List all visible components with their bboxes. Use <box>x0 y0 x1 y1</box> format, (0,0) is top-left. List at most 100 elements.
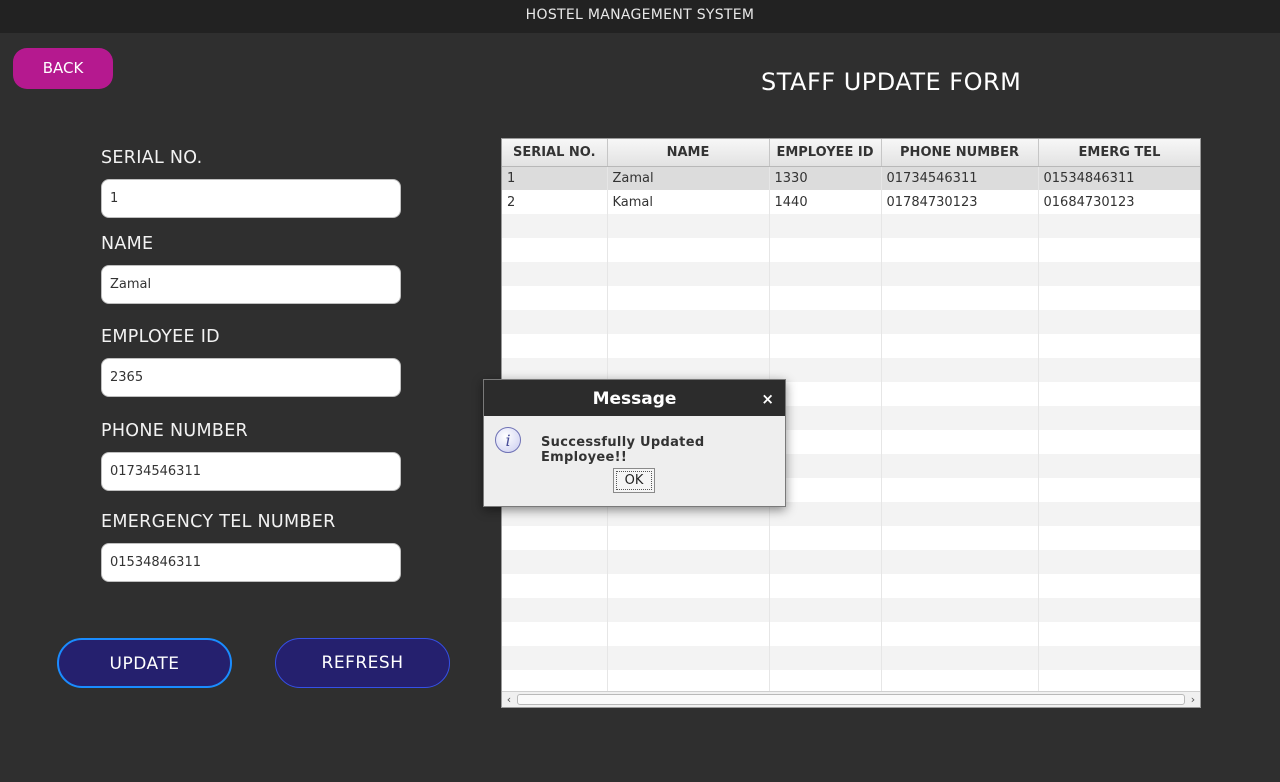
table-cell <box>1038 310 1200 334</box>
table-cell <box>607 598 770 622</box>
table-cell: 1330 <box>769 166 882 190</box>
table-cell <box>1038 478 1200 502</box>
back-button[interactable]: BACK <box>13 48 113 89</box>
column-header-phone[interactable]: PHONE NUMBER <box>881 139 1039 167</box>
refresh-button[interactable]: REFRESH <box>275 638 450 688</box>
table-cell <box>502 526 608 550</box>
table-cell <box>881 526 1039 550</box>
table-cell <box>607 622 770 646</box>
empty-table-row[interactable] <box>502 262 1200 286</box>
table-cell <box>502 310 608 334</box>
table-cell <box>1038 262 1200 286</box>
empty-table-row[interactable] <box>502 214 1200 238</box>
horizontal-scrollbar[interactable]: ‹ › <box>502 691 1200 707</box>
employee-id-input[interactable] <box>101 358 401 397</box>
table-cell <box>607 262 770 286</box>
table-row[interactable]: 1 Zamal 1330 01734546311 01534846311 <box>502 166 1200 190</box>
table-cell <box>607 550 770 574</box>
table-cell <box>607 238 770 262</box>
empty-table-row[interactable] <box>502 574 1200 598</box>
table-cell <box>1038 454 1200 478</box>
table-cell <box>769 574 882 598</box>
scroll-right-icon[interactable]: › <box>1186 692 1200 707</box>
table-cell <box>1038 238 1200 262</box>
message-dialog: Message × i Successfully Updated Employe… <box>483 379 786 507</box>
table-cell <box>502 574 608 598</box>
table-cell <box>607 214 770 238</box>
column-header-serial[interactable]: SERIAL NO. <box>502 139 608 167</box>
table-cell <box>881 550 1039 574</box>
column-header-employee-id[interactable]: EMPLOYEE ID <box>769 139 882 167</box>
table-cell <box>1038 574 1200 598</box>
table-cell <box>1038 358 1200 382</box>
table-cell: 01734546311 <box>881 166 1039 190</box>
table-cell <box>881 478 1039 502</box>
table-cell <box>502 334 608 358</box>
empty-table-row[interactable] <box>502 646 1200 670</box>
table-cell <box>881 454 1039 478</box>
close-icon[interactable]: × <box>761 380 774 418</box>
info-icon: i <box>495 427 521 453</box>
serial-no-input[interactable] <box>101 179 401 218</box>
empty-table-row[interactable] <box>502 550 1200 574</box>
table-cell: 01684730123 <box>1038 190 1200 214</box>
empty-table-row[interactable] <box>502 622 1200 646</box>
update-button[interactable]: UPDATE <box>57 638 232 688</box>
table-cell <box>1038 550 1200 574</box>
table-cell <box>1038 214 1200 238</box>
table-cell <box>881 646 1039 670</box>
table-header-row: SERIAL NO. NAME EMPLOYEE ID PHONE NUMBER… <box>502 139 1200 167</box>
employee-id-label: EMPLOYEE ID <box>101 327 220 347</box>
table-cell <box>881 382 1039 406</box>
empty-table-row[interactable] <box>502 238 1200 262</box>
table-cell <box>1038 502 1200 526</box>
table-cell: 01784730123 <box>881 190 1039 214</box>
empty-table-row[interactable] <box>502 310 1200 334</box>
empty-table-row[interactable] <box>502 526 1200 550</box>
table-cell <box>607 646 770 670</box>
table-cell <box>1038 286 1200 310</box>
table-cell <box>502 646 608 670</box>
table-cell <box>502 598 608 622</box>
empty-table-row[interactable] <box>502 598 1200 622</box>
table-cell <box>1038 334 1200 358</box>
table-cell <box>769 262 882 286</box>
table-cell: Kamal <box>607 190 770 214</box>
dialog-titlebar: Message × <box>484 380 785 416</box>
table-cell <box>769 334 882 358</box>
table-cell <box>1038 598 1200 622</box>
table-cell <box>881 310 1039 334</box>
table-cell <box>881 574 1039 598</box>
phone-number-input[interactable] <box>101 452 401 491</box>
table-cell <box>881 238 1039 262</box>
table-cell <box>607 310 770 334</box>
table-cell <box>1038 382 1200 406</box>
table-cell <box>769 310 882 334</box>
scrollbar-thumb[interactable] <box>517 694 1185 705</box>
table-row[interactable]: 2 Kamal 1440 01784730123 01684730123 <box>502 190 1200 214</box>
ok-button[interactable]: OK <box>613 468 655 493</box>
table-cell <box>502 622 608 646</box>
table-cell: Zamal <box>607 166 770 190</box>
scroll-left-icon[interactable]: ‹ <box>502 692 516 707</box>
column-header-name[interactable]: NAME <box>607 139 770 167</box>
name-input[interactable] <box>101 265 401 304</box>
emergency-tel-label: EMERGENCY TEL NUMBER <box>101 512 336 532</box>
table-cell <box>1038 430 1200 454</box>
table-cell <box>769 550 882 574</box>
table-cell <box>769 238 882 262</box>
page-title: STAFF UPDATE FORM <box>761 68 1022 96</box>
table-cell: 1 <box>502 166 608 190</box>
empty-table-row[interactable] <box>502 334 1200 358</box>
table-cell <box>769 646 882 670</box>
table-cell <box>769 214 882 238</box>
empty-table-row[interactable] <box>502 286 1200 310</box>
table-cell <box>769 526 882 550</box>
table-cell <box>769 622 882 646</box>
table-cell <box>502 550 608 574</box>
serial-no-label: SERIAL NO. <box>101 148 203 168</box>
emergency-tel-input[interactable] <box>101 543 401 582</box>
table-cell <box>502 214 608 238</box>
column-header-emerg-tel[interactable]: EMERG TEL <box>1038 139 1200 167</box>
phone-number-label: PHONE NUMBER <box>101 421 249 441</box>
